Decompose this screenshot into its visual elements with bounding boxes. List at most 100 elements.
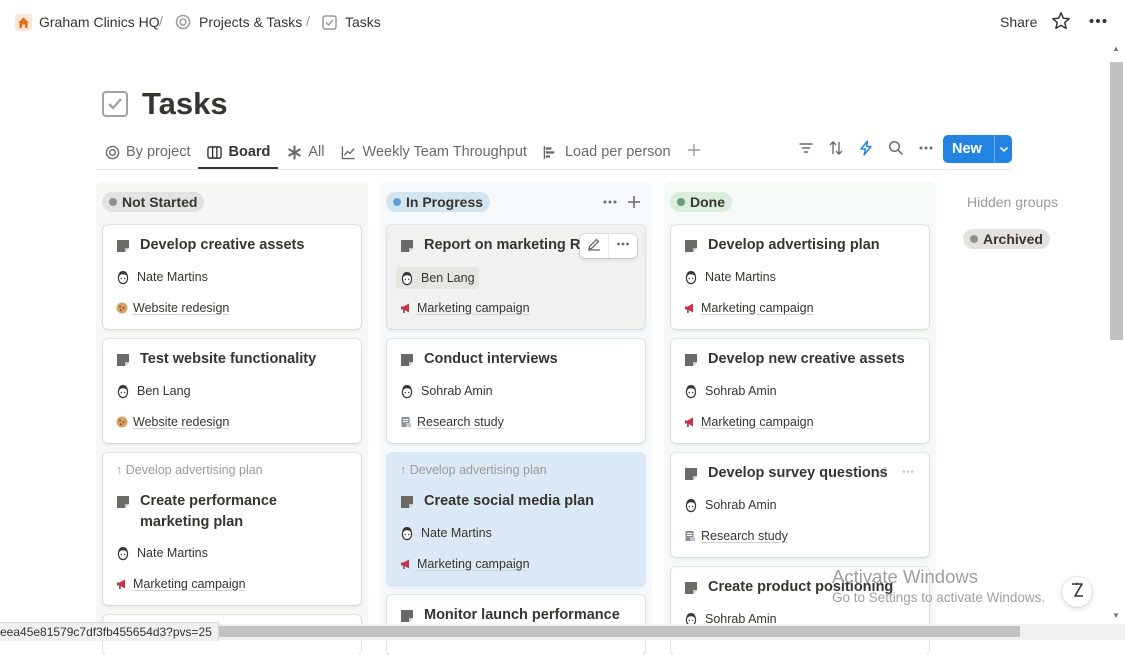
card-title-text: Report on marketing ROI [424,237,596,253]
tab-weekly-team-throughput[interactable]: Weekly Team Throughput [333,136,535,168]
breadcrumb-separator: / [159,13,163,29]
tab-all[interactable]: All [278,136,332,168]
project-link[interactable]: Marketing campaign [684,413,814,431]
new-button[interactable]: New [943,135,1012,163]
column-add-button[interactable] [624,192,644,212]
project-name: Marketing campaign [701,301,814,315]
filter-button[interactable] [792,136,820,164]
card-hover-tools [580,234,637,258]
view-options-button[interactable] [912,136,940,164]
add-view-button[interactable] [679,136,709,168]
more-options-button[interactable] [1088,10,1108,34]
parent-task[interactable]: ↑ Develop advertising plan [400,463,547,477]
column-header-not-started[interactable]: Not Started [102,192,205,212]
search-button[interactable] [882,136,910,164]
project-link[interactable]: Marketing campaign [684,299,814,317]
pencil-icon[interactable] [876,465,889,483]
card-more-button[interactable] [608,234,637,258]
avatar [401,527,413,541]
tab-label: Load per person [564,144,671,160]
filter-icon [798,140,814,161]
task-card[interactable]: Develop creative assets Nate Martins Web… [103,225,361,329]
page-icon [685,582,697,594]
assignee-name: Sohrab Amin [705,498,777,512]
share-button[interactable]: Share [1000,10,1037,34]
megaphone-icon [117,579,125,589]
divider [96,169,1012,170]
avatar [117,271,129,285]
project-name: Marketing campaign [701,415,814,429]
more-icon[interactable] [901,465,915,483]
card-title: Develop new creative assets [684,349,920,370]
card-title-text: Monitor launch performance [424,607,620,623]
automation-button[interactable] [852,136,880,164]
column-header-done[interactable]: Done [670,192,732,212]
arrow-up-icon: ↑ [116,463,123,477]
sort-icon [828,140,844,161]
column-more-button[interactable] [600,192,620,212]
avatar [401,272,413,286]
megaphone-icon [401,303,409,313]
project-link[interactable]: Research study [400,413,504,431]
board-toolbar [790,136,940,164]
project-name: Website redesign [133,415,230,429]
project-name: Marketing campaign [417,557,530,571]
task-card[interactable]: Develop advertising plan Nate Martins Ma… [671,225,929,329]
tab-board[interactable]: Board [198,136,279,169]
status-badge: Done [670,192,732,212]
favorite-button[interactable] [1051,10,1071,34]
project-name: Website redesign [133,301,230,315]
project-link[interactable]: Website redesign [116,413,229,431]
project-link[interactable]: Website redesign [116,299,229,317]
task-card[interactable]: Develop survey questions Sohrab Amin Res… [671,453,929,557]
scroll-up-arrow-icon[interactable]: ▲ [1112,44,1120,53]
new-button-label: New [952,141,982,157]
status-dot [970,235,978,243]
card-title: Monitor launch performance [400,605,636,626]
more-icon [603,200,617,204]
bar-chart-icon [543,144,559,160]
tab-label: All [308,144,325,160]
project-link[interactable]: Marketing campaign [400,555,530,573]
project-link[interactable]: Marketing campaign [400,299,530,317]
status-dot [109,198,117,206]
document-icon [401,417,411,427]
avatar [685,499,697,513]
task-card[interactable]: ↑ Develop advertising plan Create perfor… [103,453,361,605]
breadcrumb-workspace[interactable]: Graham Clinics HQ [14,12,160,32]
vertical-scrollbar[interactable] [1110,62,1123,340]
horizontal-scrollbar[interactable] [210,626,1020,637]
edit-button[interactable] [580,234,608,258]
tab-load-per-person[interactable]: Load per person [535,136,679,168]
assignee: Nate Martins [116,543,208,563]
scroll-down-arrow-icon[interactable]: ▼ [1112,611,1120,620]
assignee-name: Ben Lang [137,384,191,398]
column-header-in-progress[interactable]: In Progress [386,192,491,212]
assignee[interactable]: Ben Lang [396,267,479,289]
card-title: Test website functionality [116,349,352,370]
task-card[interactable]: ↑ Develop advertising plan Create social… [387,453,645,585]
help-button[interactable] [1062,577,1092,607]
search-icon [888,140,904,161]
tab-label: Board [228,144,271,160]
task-card[interactable]: Conduct interviews Sohrab Amin Research … [387,339,645,443]
assignee-name: Nate Martins [705,270,776,284]
help-icon [1068,581,1086,604]
task-card[interactable]: Report on marketing ROI Ben Lang Marketi… [387,225,645,329]
project-link[interactable]: Research study [684,527,788,545]
card-title-text: Create performance marketing plan [140,493,277,530]
hidden-group-archived[interactable]: Archived [963,229,1050,249]
tab-by-project[interactable]: By project [96,136,198,168]
project-link[interactable]: Marketing campaign [116,575,246,593]
breadcrumb-page[interactable]: Tasks [320,12,381,32]
task-card[interactable]: Develop new creative assets Sohrab Amin … [671,339,929,443]
assignee-name: Nate Martins [137,270,208,284]
page-title[interactable]: Tasks [142,86,228,122]
breadcrumb-section[interactable]: Projects & Tasks [174,12,302,32]
status-dot [677,198,685,206]
task-card[interactable]: Test website functionality Ben Lang Webs… [103,339,361,443]
chevron-down-icon[interactable] [995,144,1012,154]
status-badge: Not Started [102,192,205,212]
sort-button[interactable] [822,136,850,164]
parent-task[interactable]: ↑ Develop advertising plan [116,463,263,477]
